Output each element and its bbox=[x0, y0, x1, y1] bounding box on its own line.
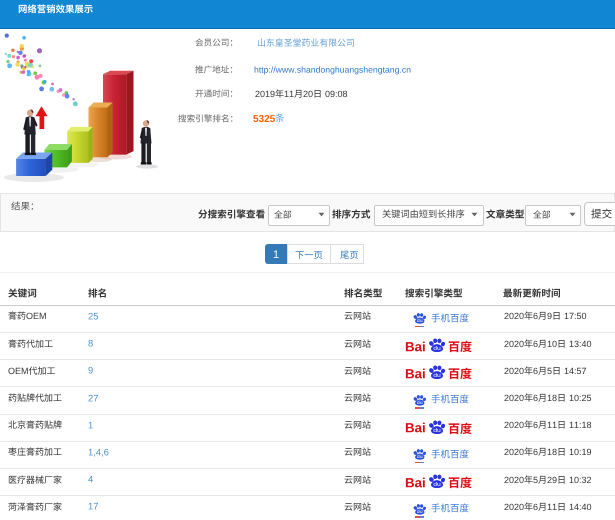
svg-text:du: du bbox=[417, 455, 423, 460]
svg-text:du: du bbox=[417, 400, 423, 405]
svg-text:du: du bbox=[434, 482, 442, 488]
svg-text:du: du bbox=[434, 373, 442, 379]
svg-text:du: du bbox=[434, 346, 442, 352]
svg-text:du: du bbox=[417, 319, 423, 324]
svg-text:du: du bbox=[417, 509, 423, 514]
svg-text:du: du bbox=[434, 427, 442, 433]
